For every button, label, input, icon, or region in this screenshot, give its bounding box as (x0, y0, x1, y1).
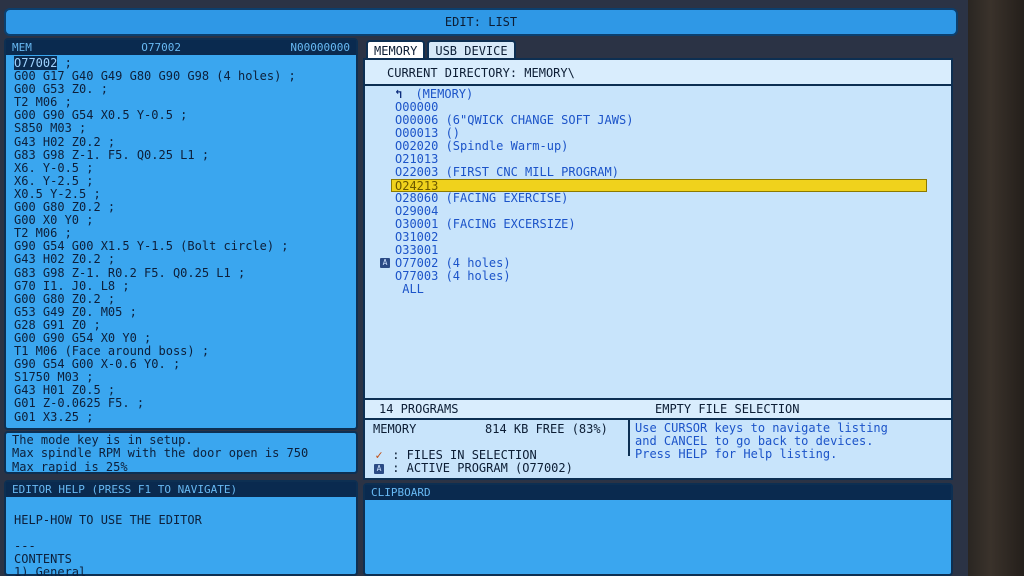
legend-active-label: : ACTIVE PROGRAM (O77002) (392, 461, 573, 475)
memory-label: MEMORY (373, 422, 417, 436)
file-name: ALL (395, 282, 424, 296)
sequence-number: N00000000 (290, 41, 350, 54)
file-name: O02020 (Spindle Warm-up) (395, 139, 569, 153)
memory-free: 814 KB FREE (83%) (485, 422, 608, 436)
program-code[interactable]: O77002 ; G00 G17 G40 G49 G80 G90 G98 (4 h… (6, 55, 356, 426)
file-name: O31002 (395, 230, 439, 244)
message-line: Max spindle RPM with the door open is 75… (12, 446, 309, 461)
file-list-footer: 14 PROGRAMS EMPTY FILE SELECTION (365, 398, 951, 418)
file-name: (MEMORY) (415, 87, 474, 101)
file-name: O30001 (FACING EXCERSIZE) (395, 217, 576, 231)
cursor-highlight: O77002 (14, 56, 58, 70)
clipboard-header: CLIPBOARD (365, 485, 951, 500)
file-name: O21013 (395, 152, 439, 166)
file-list-item[interactable]: O22003 (FIRST CNC MILL PROGRAM) (395, 166, 925, 179)
legend-active-program: A : ACTIVE PROGRAM (O77002) (373, 462, 573, 475)
navigation-hint: Use CURSOR keys to navigate listing and … (635, 421, 888, 461)
program-number: O77002 (141, 41, 181, 54)
program-line[interactable]: G43 H02 Z0.2 ; (14, 253, 348, 266)
help-line (14, 527, 348, 540)
monitor-bezel (968, 0, 1024, 576)
parent-directory-item[interactable]: ↰ (MEMORY) (395, 88, 925, 101)
program-line[interactable]: G01 X3.25 ; (14, 410, 348, 424)
program-line[interactable]: G28 G91 Z0 ; (14, 318, 348, 332)
program-line-rest: ; (57, 56, 72, 70)
help-line: HELP-HOW TO USE THE EDITOR (14, 513, 202, 527)
file-name: O00000 (395, 100, 439, 114)
clipboard-title: CLIPBOARD (371, 486, 431, 499)
help-line: 1) General (14, 565, 87, 576)
program-line[interactable]: G01 Z-0.0625 F5. ; (14, 397, 348, 410)
file-list-item[interactable]: O28060 (FACING EXERCISE) (395, 192, 925, 205)
device-tabs: MEMORY USB DEVICE (366, 40, 516, 60)
file-name: O77003 (4 holes) (395, 269, 511, 283)
file-name: O00006 (6"QWICK CHANGE SOFT JAWS) (395, 113, 634, 127)
legend: ✓ : FILES IN SELECTION A : ACTIVE PROGRA… (373, 449, 573, 475)
file-list-item[interactable]: ALL (395, 283, 925, 296)
message-box: The mode key is in setup. Max spindle RP… (4, 431, 358, 474)
file-list-item[interactable]: O02020 (Spindle Warm-up) (395, 140, 925, 153)
file-list-item[interactable]: O00006 (6"QWICK CHANGE SOFT JAWS) (395, 114, 925, 127)
file-name: O29004 (395, 204, 439, 218)
file-name: O22003 (FIRST CNC MILL PROGRAM) (395, 165, 619, 179)
editor-help-title: EDITOR HELP (PRESS F1 TO NAVIGATE) (12, 483, 238, 496)
program-panel-header: MEM O77002 N00000000 (6, 40, 356, 55)
tab-usb-device[interactable]: USB DEVICE (427, 40, 516, 60)
selection-status: EMPTY FILE SELECTION (655, 402, 800, 416)
mode-label: MEM (12, 41, 32, 54)
program-line[interactable]: G53 G49 Z0. M05 ; (14, 305, 348, 319)
current-directory: CURRENT DIRECTORY: MEMORY\ (365, 60, 951, 86)
program-panel: MEM O77002 N00000000 O77002 ; G00 G17 G40… (4, 38, 358, 430)
program-line[interactable]: X6. Y-2.5 ; (14, 174, 348, 188)
active-program-icon: A (380, 258, 390, 268)
editor-help-header: EDITOR HELP (PRESS F1 TO NAVIGATE) (6, 482, 356, 497)
file-name: O00013 () (395, 126, 461, 140)
message-line: Max rapid is 25% (12, 459, 128, 474)
message-line: The mode key is in setup. (12, 433, 193, 447)
screen-title: EDIT: LIST (4, 8, 958, 36)
tab-memory[interactable]: MEMORY (366, 40, 426, 60)
file-list-item[interactable]: O30001 (FACING EXCERSIZE) (395, 218, 925, 231)
program-line[interactable]: G00 G80 Z0.2 ; (14, 292, 348, 306)
program-line[interactable]: G83 G98 Z-1. R0.2 F5. Q0.25 L1 ; (14, 266, 348, 280)
program-count: 14 PROGRAMS (379, 402, 459, 416)
file-name: O28060 (FACING EXERCISE) (395, 191, 569, 205)
program-line[interactable]: G83 G98 Z-1. F5. Q0.25 L1 ; (14, 148, 348, 162)
program-line[interactable]: S850 M03 ; (14, 122, 348, 135)
program-line[interactable]: X6. Y-0.5 ; (14, 161, 348, 175)
file-list-item[interactable]: O31002 (395, 231, 925, 244)
file-name: O77002 (4 holes) (395, 256, 511, 270)
file-list-panel: CURRENT DIRECTORY: MEMORY\ ↰ (MEMORY) O00… (363, 58, 953, 420)
info-panel: MEMORY 814 KB FREE (83%) Use CURSOR keys… (363, 420, 953, 480)
editor-help-panel[interactable]: EDITOR HELP (PRESS F1 TO NAVIGATE) HELP-… (4, 480, 358, 576)
clipboard-panel[interactable]: CLIPBOARD (363, 483, 953, 576)
file-list-item[interactable]: O77003 (4 holes) (395, 270, 925, 283)
up-arrow-icon: ↰ (395, 87, 410, 101)
file-list[interactable]: ↰ (MEMORY) O00000 O00006 (6"QWICK CHANGE S… (380, 88, 927, 296)
active-program-icon: A (374, 463, 384, 474)
checkmark-icon: ✓ (375, 448, 383, 462)
divider (628, 420, 630, 456)
cnc-control-screen: EDIT: LIST MEM O77002 N00000000 O77002 ;… (0, 0, 968, 576)
editor-help-body: HELP-HOW TO USE THE EDITOR --- CONTENTS 1) … (6, 497, 356, 576)
program-line[interactable]: G70 I1. J0. L8 ; (14, 279, 348, 293)
file-name: O33001 (395, 243, 439, 257)
legend-files-label: : FILES IN SELECTION (392, 448, 537, 462)
program-line[interactable]: G43 H02 Z0.2 ; (14, 135, 348, 149)
